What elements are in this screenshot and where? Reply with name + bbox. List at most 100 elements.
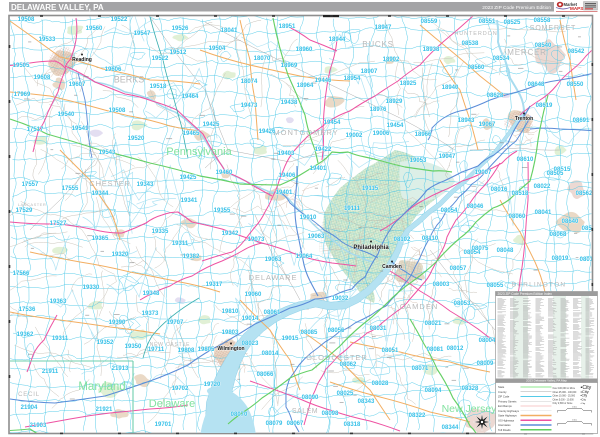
svg-text:08081: 08081: [427, 347, 444, 353]
svg-text:08041: 08041: [535, 210, 552, 216]
svg-text:08518: 08518: [512, 191, 529, 197]
svg-text:19401: 19401: [310, 166, 327, 172]
svg-text:Reading: Reading: [72, 57, 92, 63]
svg-text:Cities 25,000 - 100,000: Cities 25,000 - 100,000: [553, 391, 577, 394]
svg-text:19607: 19607: [69, 82, 86, 88]
svg-text:Only 2,500 or None: Only 2,500 or None: [553, 402, 574, 405]
svg-text:18925: 18925: [400, 81, 417, 87]
svg-text:ZIP Code: ZIP Code: [498, 395, 510, 399]
svg-text:08534: 08534: [493, 56, 510, 62]
svg-text:19454: 19454: [324, 120, 341, 126]
svg-text:18902: 18902: [383, 57, 400, 63]
svg-text:Camden: Camden: [382, 264, 402, 270]
svg-text:CHESTER: CHESTER: [89, 179, 130, 188]
svg-text:2023 ZIP Code Premium Edition: 2023 ZIP Code Premium Edition: [482, 5, 551, 11]
svg-text:18964: 18964: [297, 83, 314, 89]
svg-text:miles: miles: [572, 407, 577, 409]
svg-text:19454: 19454: [387, 123, 404, 129]
svg-text:08343: 08343: [358, 399, 375, 405]
svg-text:21921: 21921: [96, 407, 113, 413]
svg-text:19438: 19438: [281, 100, 298, 106]
svg-text:SOMERSET: SOMERSET: [530, 25, 576, 32]
svg-text:MAPS: MAPS: [570, 6, 583, 11]
svg-text:Cities 5,000 - 10,000: Cities 5,000 - 10,000: [553, 398, 575, 401]
svg-text:17517: 17517: [27, 127, 44, 133]
svg-text:08619: 08619: [536, 103, 553, 109]
svg-text:08102: 08102: [394, 237, 411, 243]
svg-text:08016: 08016: [491, 187, 508, 193]
svg-text:08051: 08051: [382, 348, 399, 354]
svg-text:08558: 08558: [534, 18, 551, 24]
svg-text:•City: •City: [581, 394, 588, 398]
svg-text:17529: 17529: [16, 208, 33, 214]
svg-text:19701: 19701: [155, 422, 172, 428]
svg-text:08328: 08328: [462, 386, 479, 392]
svg-text:08540: 08540: [535, 43, 552, 49]
svg-text:08542: 08542: [568, 49, 585, 55]
svg-text:19406: 19406: [279, 173, 296, 179]
svg-text:2023 Delaware Valley, PA Map: 2023 Delaware Valley, PA Map: [526, 379, 567, 383]
svg-text:19711: 19711: [148, 347, 165, 353]
svg-text:21904: 21904: [21, 405, 38, 411]
svg-text:19518: 19518: [150, 84, 167, 90]
svg-text:19540: 19540: [58, 112, 75, 118]
svg-text:DELAWARE: DELAWARE: [249, 273, 298, 282]
svg-text:19522: 19522: [152, 56, 169, 62]
svg-text:17555: 17555: [62, 186, 79, 192]
svg-text:18938: 18938: [423, 47, 440, 53]
svg-text:19608: 19608: [34, 75, 51, 81]
svg-text:08640: 08640: [562, 219, 579, 225]
svg-text:08070: 08070: [231, 412, 248, 418]
svg-text:19465: 19465: [183, 131, 200, 137]
svg-text:2023 ZIP Code Premium Edition: 2023 ZIP Code Premium Edition Index: [498, 292, 553, 296]
svg-text:08046: 08046: [467, 204, 484, 210]
svg-text:08090: 08090: [302, 395, 319, 401]
svg-text:19067: 19067: [479, 122, 496, 128]
svg-text:Cities 10,000 - 25,000: Cities 10,000 - 25,000: [553, 395, 576, 398]
svg-text:18907: 18907: [361, 69, 378, 75]
svg-text:19390: 19390: [109, 320, 126, 326]
svg-text:08067: 08067: [287, 421, 304, 427]
svg-text:Pennsylvania: Pennsylvania: [166, 146, 232, 158]
svg-text:08071: 08071: [412, 366, 429, 372]
svg-text:08691: 08691: [573, 118, 590, 124]
svg-text:19330: 19330: [83, 285, 100, 291]
svg-text:Philadelphia: Philadelphia: [353, 245, 389, 251]
svg-text:19422: 19422: [315, 147, 332, 153]
svg-text:08021: 08021: [425, 321, 442, 327]
svg-text:State Highways: State Highways: [498, 414, 517, 418]
svg-text:Toll Roads: Toll Roads: [498, 428, 511, 432]
svg-text:17969: 17969: [14, 92, 31, 98]
svg-text:19032: 19032: [332, 296, 349, 302]
svg-text:19473: 19473: [241, 103, 258, 109]
svg-text:19425: 19425: [180, 175, 197, 181]
svg-text:08066: 08066: [257, 372, 274, 378]
svg-text:19335: 19335: [152, 229, 169, 235]
svg-text:08550: 08550: [567, 82, 584, 88]
svg-text:19060: 19060: [245, 292, 262, 298]
svg-text:CECIL: CECIL: [18, 392, 40, 398]
svg-text:19720: 19720: [204, 382, 221, 388]
svg-text:08056: 08056: [328, 328, 345, 334]
svg-text:21903: 21903: [30, 423, 47, 429]
svg-text:08025: 08025: [337, 391, 354, 397]
svg-text:19560: 19560: [86, 26, 103, 32]
svg-text:GLOUCESTER: GLOUCESTER: [306, 353, 368, 362]
svg-text:19401: 19401: [276, 190, 293, 196]
svg-text:18954: 18954: [344, 76, 361, 82]
svg-text:17536: 17536: [19, 307, 36, 313]
svg-text:18947: 18947: [375, 25, 392, 31]
svg-text:19403: 19403: [278, 151, 295, 157]
svg-text:08075: 08075: [472, 246, 489, 252]
svg-text:19362: 19362: [17, 332, 34, 338]
svg-text:18940: 18940: [442, 85, 459, 91]
svg-text:19707: 19707: [167, 320, 184, 326]
svg-text:18070: 18070: [254, 56, 271, 62]
svg-text:08525: 08525: [504, 20, 521, 26]
svg-text:08068: 08068: [550, 232, 567, 238]
svg-text:Over 100,000 or More: Over 100,000 or More: [553, 387, 576, 390]
svg-text:State: State: [498, 385, 505, 389]
svg-text:19352: 19352: [97, 340, 114, 346]
svg-text:19702: 19702: [172, 386, 189, 392]
svg-text:BUCKS: BUCKS: [362, 40, 394, 49]
